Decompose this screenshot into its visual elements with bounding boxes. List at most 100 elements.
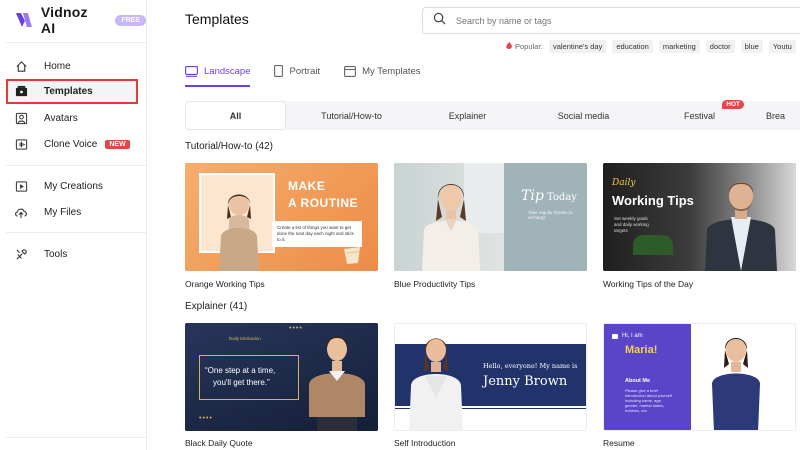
- card-body: Take regular breaks to recharge: [528, 210, 573, 220]
- popular-tag[interactable]: education: [612, 40, 653, 53]
- presenter-avatar: [219, 194, 259, 271]
- card-body: Set weekly goals and daily working targe…: [614, 216, 649, 233]
- sidebar-item-home[interactable]: Home: [8, 54, 136, 78]
- popular-tags: Popular: valentine's day education marke…: [505, 40, 800, 53]
- sidebar-item-avatars[interactable]: Avatars: [8, 106, 136, 130]
- sidebar-item-label: Clone Voice: [44, 138, 98, 150]
- template-card[interactable]: MAKE A ROUTINE Create a list of things y…: [185, 163, 378, 271]
- tools-icon: [14, 247, 28, 261]
- category-tutorial[interactable]: Tutorial/How-to: [286, 101, 417, 130]
- card-heading: A ROUTINE: [288, 196, 359, 210]
- template-card[interactable]: Daily Working Tips Set weekly goals and …: [603, 163, 796, 271]
- portrait-icon: [274, 65, 284, 77]
- search-icon: [433, 12, 446, 30]
- tab-portrait[interactable]: Portrait: [274, 64, 320, 78]
- category-festival[interactable]: Festival HOT: [649, 100, 750, 130]
- sidebar-item-my-files[interactable]: My Files: [8, 200, 136, 224]
- sidebar: Vidnoz AI FREE Home Templates Avatars Cl…: [0, 0, 147, 450]
- template-card[interactable]: Hello, everyone! My name is Jenny Brown: [394, 323, 587, 431]
- search-input[interactable]: [456, 15, 756, 26]
- category-social-media[interactable]: Social media: [518, 101, 649, 130]
- popular-tag[interactable]: Youtu: [768, 40, 796, 53]
- orientation-tabs: Landscape Portrait My Templates: [185, 64, 445, 87]
- divider: [6, 437, 146, 438]
- card-subheading: About Me: [625, 378, 651, 384]
- brand[interactable]: Vidnoz AI FREE: [14, 4, 146, 36]
- card-title[interactable]: Black Daily Quote: [185, 438, 253, 448]
- sidebar-item-clone-voice[interactable]: Clone Voice NEW: [8, 132, 136, 156]
- popular-tag[interactable]: valentine's day: [548, 40, 607, 53]
- page-title: Templates: [185, 11, 249, 27]
- presenter-avatar: [309, 336, 365, 431]
- template-card[interactable]: Tip Today Take regular breaks to recharg…: [394, 163, 587, 271]
- upload-icon: [14, 205, 28, 219]
- template-card[interactable]: Daily Motivation “One step at a time, yo…: [185, 323, 378, 431]
- card-title[interactable]: Working Tips of the Day: [603, 279, 693, 289]
- tab-my-templates[interactable]: My Templates: [344, 64, 421, 78]
- category-label: All: [229, 110, 242, 121]
- card-quote: you'll get there.”: [213, 378, 270, 387]
- coffee-cup-icon: [344, 247, 360, 264]
- sidebar-item-label: My Files: [44, 206, 82, 218]
- card-greeting: Hi, I am: [622, 333, 643, 339]
- fire-icon: [505, 41, 513, 52]
- card-title[interactable]: Self Introduction: [394, 438, 455, 448]
- sidebar-item-label: Avatars: [44, 112, 78, 124]
- category-bar: All Tutorial/How-to Explainer Social med…: [185, 100, 800, 130]
- category-label: Brea: [766, 110, 786, 121]
- templates-icon: [14, 85, 28, 99]
- sidebar-item-tools[interactable]: Tools: [8, 242, 136, 266]
- free-badge: FREE: [115, 14, 146, 26]
- popular-tag[interactable]: marketing: [658, 40, 700, 53]
- card-script: Daily: [612, 178, 636, 188]
- card-title[interactable]: Orange Working Tips: [185, 279, 265, 289]
- vidnoz-logo-icon: [15, 13, 32, 27]
- card-heading: MAKE: [288, 179, 326, 193]
- category-more[interactable]: Brea: [750, 101, 790, 130]
- sidebar-item-label: Home: [44, 60, 71, 72]
- tab-landscape[interactable]: Landscape: [185, 64, 251, 87]
- popular-tag[interactable]: blue: [740, 40, 763, 53]
- tab-label: Portrait: [289, 65, 321, 77]
- search-box[interactable]: [422, 7, 800, 34]
- card-heading: Maria!: [625, 344, 658, 356]
- category-label: Tutorial/How-to: [321, 110, 382, 121]
- chat-icon: [612, 333, 618, 339]
- new-badge: NEW: [105, 139, 130, 149]
- tab-label: My Templates: [362, 65, 421, 77]
- divider: [6, 42, 146, 43]
- home-icon: [14, 59, 28, 73]
- sidebar-item-label: Templates: [44, 86, 93, 97]
- category-label: Social media: [557, 110, 610, 121]
- dots-decoration: ••••: [289, 325, 303, 332]
- card-title[interactable]: Resume: [603, 438, 635, 448]
- presenter-avatar: [422, 184, 480, 271]
- section-title: Explainer (41): [185, 301, 248, 312]
- category-label: Festival: [683, 110, 715, 121]
- card-body: Please give a brief introduction about y…: [625, 388, 672, 413]
- presenter-avatar: [705, 182, 777, 271]
- brand-name: Vidnoz AI: [40, 4, 88, 36]
- card-body: Hello, everyone! My name is: [483, 362, 578, 370]
- landscape-icon: [185, 65, 198, 77]
- card-small-text: Daily Motivation: [229, 336, 261, 341]
- sidebar-item-my-creations[interactable]: My Creations: [8, 174, 136, 198]
- template-card[interactable]: Hi, I am Maria! About Me Please give a b…: [603, 323, 796, 431]
- card-title[interactable]: Blue Productivity Tips: [394, 279, 475, 289]
- sidebar-item-templates[interactable]: Templates: [6, 79, 138, 104]
- presenter-avatar: [712, 338, 760, 430]
- section-title: Tutorial/How-to (42): [185, 141, 273, 152]
- hot-badge: HOT: [722, 100, 744, 109]
- avatar-icon: [14, 111, 28, 125]
- divider: [6, 165, 146, 166]
- popular-tag[interactable]: doctor: [705, 40, 735, 53]
- category-label: Explainer: [448, 110, 487, 121]
- category-all[interactable]: All: [185, 101, 286, 130]
- dots-decoration: ••••: [199, 415, 213, 422]
- play-icon: [14, 179, 28, 193]
- popular-label: Popular:: [515, 42, 543, 51]
- category-explainer[interactable]: Explainer: [417, 101, 518, 130]
- card-heading: Today: [547, 192, 577, 203]
- sidebar-item-label: My Creations: [44, 180, 103, 192]
- tab-label: Landscape: [204, 65, 251, 77]
